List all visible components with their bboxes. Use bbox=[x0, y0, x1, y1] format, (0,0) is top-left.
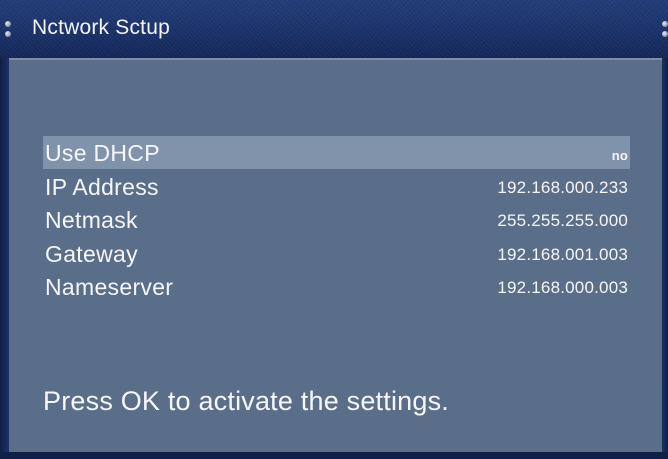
title-bar: Nctwork Sctup bbox=[0, 0, 668, 58]
frame-right-border bbox=[662, 58, 668, 459]
frame-left-border bbox=[0, 58, 9, 459]
settings-panel: Use DHCP no IP Address 192.168.000.233 N… bbox=[9, 58, 662, 452]
setting-row-nameserver[interactable]: Nameserver 192.168.000.003 bbox=[43, 270, 630, 303]
setting-value: 192.168.000.233 bbox=[497, 178, 628, 197]
setting-value: 192.168.000.003 bbox=[497, 278, 628, 297]
setting-value: no bbox=[611, 148, 628, 163]
screw-icon bbox=[5, 31, 11, 37]
setting-row-ip-address[interactable]: IP Address 192.168.000.233 bbox=[43, 170, 630, 203]
setting-label: Nameserver bbox=[45, 274, 174, 300]
setting-row-netmask[interactable]: Netmask 255.255.255.000 bbox=[43, 203, 630, 236]
frame-bottom-border bbox=[0, 452, 668, 459]
setting-label: Use DHCP bbox=[45, 140, 160, 166]
setting-row-gateway[interactable]: Gateway 192.168.001.003 bbox=[43, 237, 630, 270]
setting-label: Gateway bbox=[45, 241, 138, 267]
screw-icon bbox=[662, 31, 668, 37]
screw-icon bbox=[5, 21, 11, 27]
setting-value: 192.168.001.003 bbox=[497, 245, 628, 264]
setting-value: 255.255.255.000 bbox=[497, 211, 628, 230]
setting-label: Netmask bbox=[45, 207, 138, 233]
network-setup-window: Nctwork Sctup Use DHCP no IP Address 192… bbox=[0, 0, 668, 459]
screw-icon bbox=[662, 21, 668, 27]
hint-text: Press OK to activate the settings. bbox=[43, 386, 449, 416]
setting-row-use-dhcp[interactable]: Use DHCP no bbox=[43, 136, 630, 169]
window-title: Nctwork Sctup bbox=[32, 16, 170, 39]
setting-label: IP Address bbox=[45, 174, 159, 200]
